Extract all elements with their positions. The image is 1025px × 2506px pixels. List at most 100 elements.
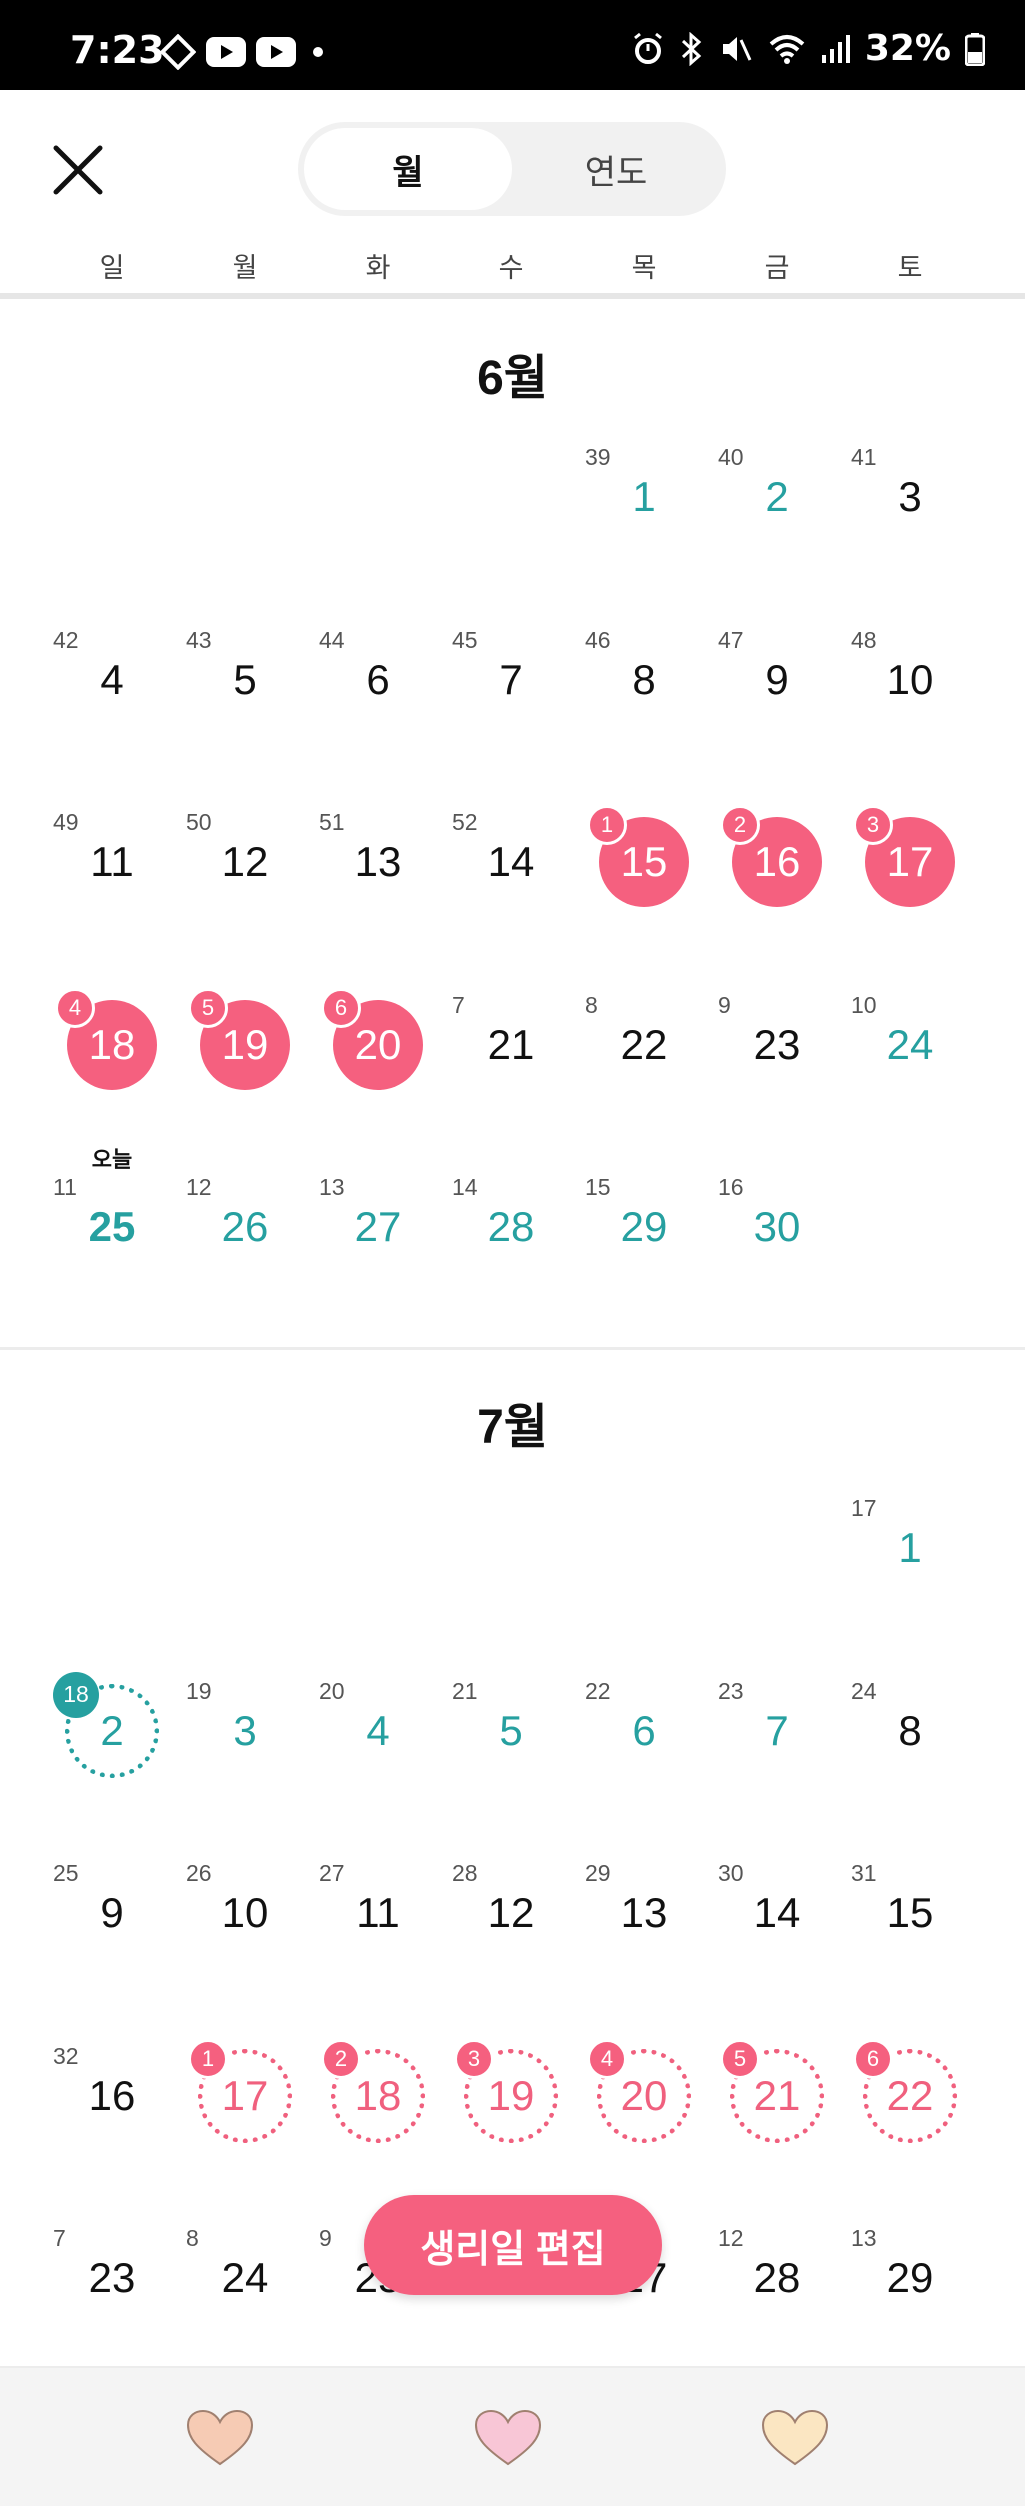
calendar-day[interactable]: 23 7 [712, 1666, 842, 1796]
calendar-day[interactable]: 12 26 [180, 1162, 310, 1292]
tab-month[interactable]: 월 [304, 128, 512, 210]
heart-icon[interactable] [760, 2408, 830, 2468]
heart-icon[interactable] [473, 2408, 543, 2468]
close-icon[interactable] [48, 140, 108, 200]
calendar-day[interactable]: 41 3 [845, 432, 975, 562]
cycle-day-badge: 4 [55, 987, 95, 1028]
calendar-day[interactable]: 19 3 [446, 2031, 576, 2161]
cycle-day-badge: 1 [587, 805, 627, 845]
youtube-icon-2 [256, 37, 296, 67]
calendar-day[interactable]: 19 3 [180, 1666, 310, 1796]
calendar-day[interactable]: 12 28 [712, 2213, 842, 2343]
calendar-day[interactable]: 16 2 [712, 797, 842, 927]
calendar-day[interactable]: 8 24 [180, 2213, 310, 2343]
day-number: 10 [221, 1889, 269, 1936]
calendar-day[interactable]: 52 14 [446, 797, 576, 927]
calendar-day[interactable]: 30 14 [712, 1848, 842, 1978]
calendar-day[interactable]: 25 9 [47, 1848, 177, 1978]
calendar-day[interactable]: 31 15 [845, 1848, 975, 1978]
calendar-day[interactable]: 18 2 [313, 2031, 443, 2161]
calendar-day[interactable]: 17 1 [845, 1483, 975, 1613]
day-number: 22 [620, 1020, 668, 1068]
day-number: 14 [487, 838, 535, 885]
calendar-day[interactable]: 28 12 [446, 1848, 576, 1978]
calendar-day[interactable]: 7 21 [446, 980, 576, 1110]
cycle-day-badge: 1 [188, 2038, 228, 2079]
calendar-day[interactable]: 20 4 [313, 1666, 443, 1796]
calendar-day[interactable]: 22 6 [579, 1666, 709, 1796]
day-number: 6 [632, 1706, 656, 1754]
day-number: 9 [100, 1889, 124, 1936]
calendar-day[interactable]: 24 8 [845, 1666, 975, 1796]
calendar-day[interactable]: 39 1 [579, 432, 709, 562]
calendar-day[interactable]: 44 6 [313, 615, 443, 745]
calendar-day[interactable]: 19 5 [180, 980, 310, 1110]
edit-period-button[interactable]: 생리일 편집 [364, 2195, 662, 2295]
calendar-day[interactable]: 50 12 [180, 797, 310, 927]
calendar-day[interactable]: 27 11 [313, 1848, 443, 1978]
month-title: 6월 [477, 352, 548, 405]
day-number: 7 [765, 1706, 789, 1754]
calendar-day[interactable]: 13 27 [313, 1162, 443, 1292]
calendar-day[interactable]: 20 4 [579, 2031, 709, 2161]
status-system-icons: 32% [631, 28, 985, 69]
calendar-day[interactable]: 40 2 [712, 432, 842, 562]
day-number: 4 [100, 655, 124, 703]
day-number: 28 [753, 2254, 801, 2301]
calendar-day[interactable]: 2 18 [47, 1666, 177, 1796]
mute-icon [722, 36, 752, 61]
day-number: 14 [753, 1889, 801, 1936]
day-number: 3 [233, 1706, 257, 1754]
calendar-day[interactable]: 18 4 [47, 980, 177, 1110]
calendar-day[interactable]: 11 25 [47, 1162, 177, 1292]
day-number: 29 [886, 2254, 934, 2301]
calendar-day[interactable]: 13 29 [845, 2213, 975, 2343]
cycle-day-badge: 2 [321, 2038, 361, 2079]
day-number: 1 [898, 1524, 922, 1571]
calendar-day[interactable]: 46 8 [579, 615, 709, 745]
calendar-day[interactable]: 21 5 [446, 1666, 576, 1796]
calendar-day[interactable]: 17 3 [845, 797, 975, 927]
calendar-day[interactable]: 21 5 [712, 2031, 842, 2161]
calendar-day[interactable]: 10 24 [845, 980, 975, 1110]
calendar-day[interactable]: 16 30 [712, 1162, 842, 1292]
day-number: 13 [354, 838, 402, 885]
heart-icon[interactable] [185, 2408, 255, 2468]
calendar-day[interactable]: 48 10 [845, 615, 975, 745]
day-number: 26 [221, 1203, 269, 1250]
calendar-day[interactable]: 32 16 [47, 2031, 177, 2161]
day-number: 21 [487, 1020, 535, 1068]
day-number: 1 [632, 473, 656, 520]
day-number: 9 [765, 655, 789, 703]
weekday-row: 일월화수목금토 [0, 240, 1025, 295]
calendar-day[interactable]: 7 23 [47, 2213, 177, 2343]
calendar-day[interactable]: 51 13 [313, 797, 443, 927]
day-number: 12 [487, 1889, 535, 1936]
calendar-day[interactable]: 14 28 [446, 1162, 576, 1292]
calendar-day[interactable]: 20 6 [313, 980, 443, 1110]
calendar-day[interactable]: 49 11 [47, 797, 177, 927]
status-time: 7:23 [70, 28, 165, 72]
weekday-label: 화 [365, 253, 391, 283]
calendar-day[interactable]: 17 1 [180, 2031, 310, 2161]
day-number: 6 [366, 655, 390, 703]
calendar-day[interactable]: 42 4 [47, 615, 177, 745]
day-number: 25 [88, 1203, 136, 1250]
day-number: 8 [632, 655, 656, 703]
battery-percent: 32% [864, 28, 951, 69]
calendar-day[interactable]: 22 6 [845, 2031, 975, 2161]
calendar-day[interactable]: 29 13 [579, 1848, 709, 1978]
calendar-day[interactable]: 43 5 [180, 615, 310, 745]
weekday-label: 수 [498, 253, 524, 283]
calendar-day[interactable]: 9 23 [712, 980, 842, 1110]
calendar-day[interactable]: 15 29 [579, 1162, 709, 1292]
cycle-day-badge: 6 [853, 2038, 893, 2079]
calendar-day[interactable]: 8 22 [579, 980, 709, 1110]
calendar-day[interactable]: 26 10 [180, 1848, 310, 1978]
calendar-day[interactable]: 47 9 [712, 615, 842, 745]
calendar-day[interactable]: 45 7 [446, 615, 576, 745]
youtube-icon [206, 37, 246, 67]
calendar-day[interactable]: 15 1 [579, 797, 709, 927]
day-number: 11 [356, 1889, 400, 1936]
tab-year[interactable]: 연도 [512, 128, 720, 210]
